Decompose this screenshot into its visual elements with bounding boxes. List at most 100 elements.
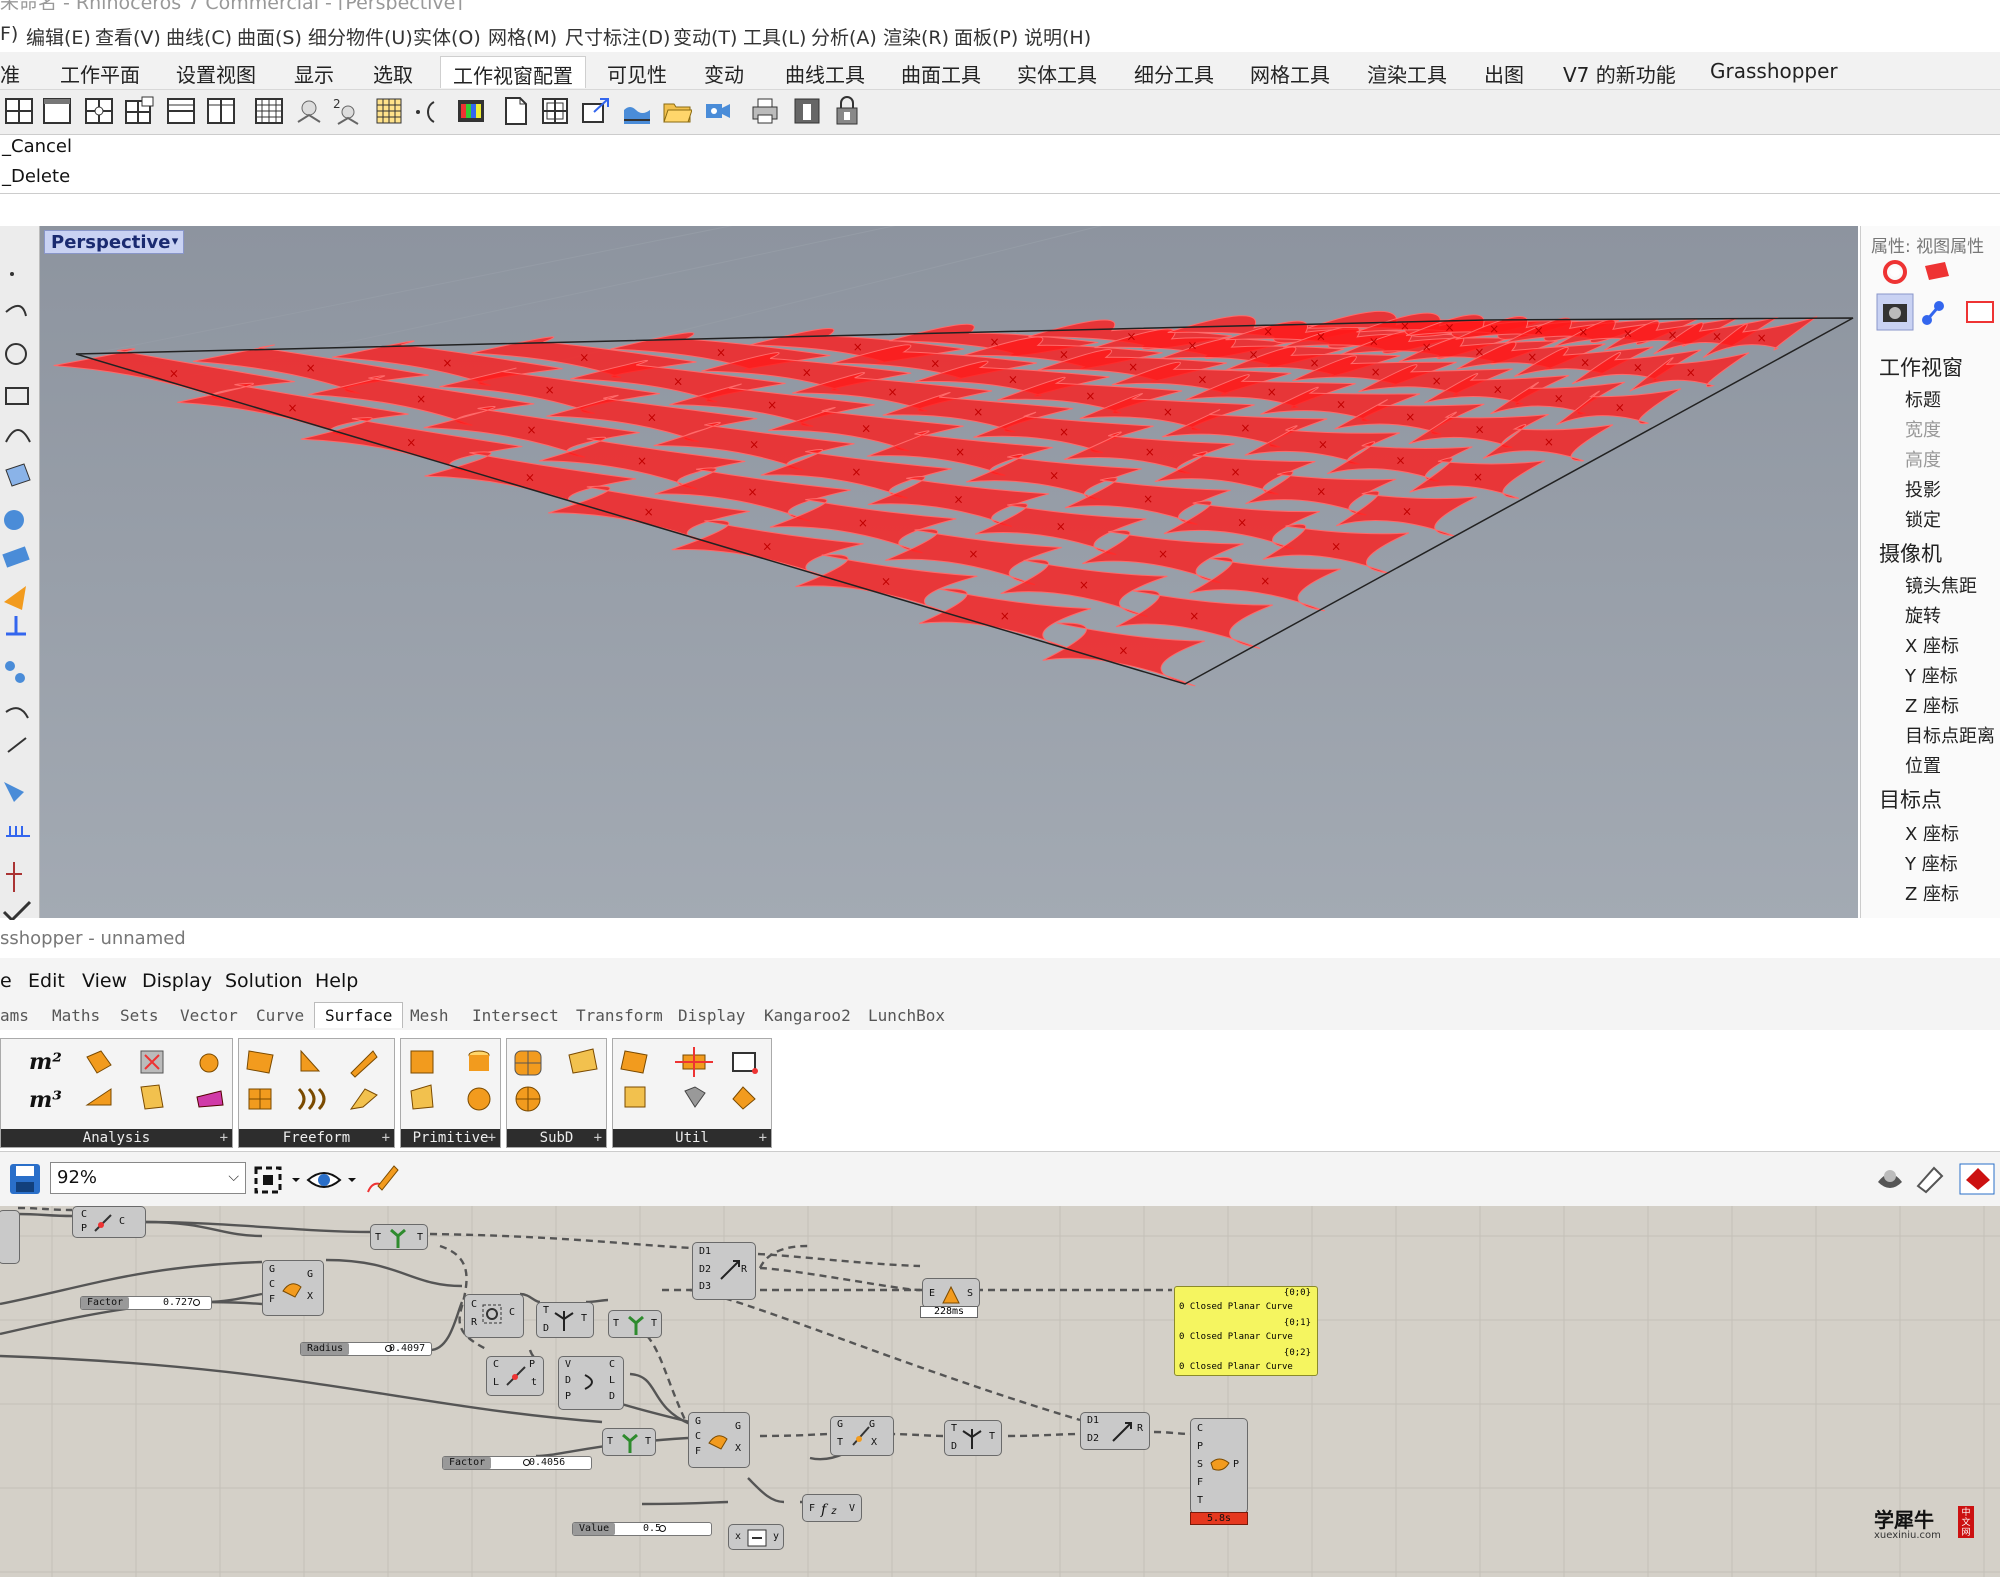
control-point-icon[interactable]: ×: [169, 366, 179, 380]
control-point-icon[interactable]: ×: [545, 383, 555, 397]
properties-icons[interactable]: [1875, 258, 1995, 338]
gh-tab-params[interactable]: ams: [0, 1006, 29, 1025]
control-point-icon[interactable]: ×: [1310, 356, 1320, 370]
control-point-icon[interactable]: ×: [1237, 516, 1247, 530]
menu-item-view[interactable]: 查看(V): [95, 23, 161, 50]
control-point-icon[interactable]: ×: [1059, 425, 1069, 439]
prop-camera-z[interactable]: Z 座标: [1905, 692, 1959, 718]
prop-camera-x[interactable]: X 座标: [1905, 632, 1959, 658]
menu-item-curve[interactable]: 曲线(C): [166, 23, 232, 50]
gh-curve-component[interactable]: CRC: [464, 1294, 524, 1338]
ribbon-label-freeform[interactable]: Freeform: [239, 1129, 394, 1147]
control-point-icon[interactable]: ×: [1085, 389, 1095, 403]
control-point-icon[interactable]: ×: [1432, 374, 1442, 388]
control-point-icon[interactable]: ×: [1240, 421, 1250, 435]
control-point-icon[interactable]: ×: [887, 385, 897, 399]
control-point-icon[interactable]: ×: [1474, 345, 1484, 359]
control-point-icon[interactable]: ×: [1000, 609, 1010, 623]
control-point-icon[interactable]: ×: [1444, 321, 1454, 335]
tab-new-in-v7[interactable]: V7 的新功能: [1563, 59, 1676, 88]
control-point-icon[interactable]: ×: [1578, 325, 1588, 339]
primitive-component-icons[interactable]: [401, 1043, 502, 1115]
grid-icon[interactable]: [254, 96, 284, 126]
viewport-grid-icon[interactable]: [374, 96, 404, 126]
control-point-icon[interactable]: ×: [1059, 347, 1069, 361]
gh-menu-solution[interactable]: Solution: [225, 970, 302, 992]
control-point-icon[interactable]: ×: [1056, 520, 1066, 534]
subd-component-icons[interactable]: [507, 1043, 608, 1115]
control-point-icon[interactable]: ×: [1187, 339, 1197, 353]
control-point-icon[interactable]: ×: [1145, 445, 1155, 459]
control-point-icon[interactable]: ×: [973, 405, 983, 419]
radius-slider[interactable]: Radius 0.4097: [300, 1342, 432, 1356]
prop-lens-length[interactable]: 镜头焦距: [1905, 572, 1977, 598]
gh-extrude-component[interactable]: ES: [922, 1278, 980, 1308]
control-point-icon[interactable]: ×: [1118, 644, 1128, 658]
prop-lock[interactable]: 锁定: [1905, 506, 1941, 532]
gh-tab-vector[interactable]: Vector: [180, 1006, 238, 1025]
control-point-icon[interactable]: ×: [1623, 326, 1633, 340]
gh-negative-component[interactable]: xy: [728, 1524, 784, 1550]
color-viewport-icon[interactable]: [456, 96, 486, 126]
control-point-icon[interactable]: ×: [1369, 335, 1379, 349]
control-point-icon[interactable]: ×: [1263, 324, 1273, 338]
gh-tab-maths[interactable]: Maths: [52, 1006, 100, 1025]
split-horizontal-icon[interactable]: [166, 96, 196, 126]
tab-visibility[interactable]: 可见性: [607, 59, 667, 88]
prop-target-x[interactable]: X 座标: [1905, 820, 1959, 846]
control-point-icon[interactable]: ×: [1049, 469, 1059, 483]
gh-shift-paths-2[interactable]: TDT: [944, 1420, 1002, 1456]
prop-target-distance[interactable]: 目标点距离: [1905, 722, 1995, 748]
menu-item[interactable]: F): [0, 23, 18, 45]
control-point-icon[interactable]: ×: [881, 574, 891, 588]
control-point-icon[interactable]: ×: [1318, 437, 1328, 451]
control-point-icon[interactable]: ×: [1493, 383, 1503, 397]
control-point-icon[interactable]: ×: [767, 398, 777, 412]
control-point-icon[interactable]: ×: [1336, 398, 1346, 412]
detail-view-icon[interactable]: [580, 96, 610, 126]
gh-tab-kangaroo2[interactable]: Kangaroo2: [764, 1006, 851, 1025]
save-icon[interactable]: [8, 1162, 42, 1196]
gh-expression-component[interactable]: FVfz: [802, 1494, 862, 1522]
prop-projection[interactable]: 投影: [1905, 476, 1941, 502]
menu-item-dimension[interactable]: 尺寸标注(D): [565, 23, 670, 50]
menu-item-help[interactable]: 说明(H): [1024, 23, 1091, 50]
control-point-icon[interactable]: ×: [1534, 324, 1544, 338]
menu-item-mesh[interactable]: 网格(M): [488, 23, 557, 50]
menu-item-panels[interactable]: 面板(P): [954, 23, 1018, 50]
gh-vector-component[interactable]: GTGX: [830, 1416, 894, 1456]
control-point-icon[interactable]: ×: [861, 421, 871, 435]
control-point-icon[interactable]: ×: [858, 516, 868, 530]
control-point-icon[interactable]: ×: [644, 505, 654, 519]
gh-menu-edit[interactable]: Edit: [28, 970, 65, 992]
ribbon-label-subd[interactable]: SubD: [507, 1129, 606, 1147]
control-point-icon[interactable]: ×: [802, 365, 812, 379]
control-point-icon[interactable]: ×: [1395, 454, 1405, 468]
gh-deconstruct-2[interactable]: D1 D2 R: [1080, 1412, 1150, 1450]
control-point-icon[interactable]: ×: [747, 485, 757, 499]
ribbon-label-analysis[interactable]: Analysis: [1, 1129, 232, 1147]
control-point-icon[interactable]: ×: [1580, 355, 1590, 369]
factor-slider-1[interactable]: Factor 0.727: [80, 1296, 212, 1310]
gh-graft-tree[interactable]: TT: [370, 1224, 428, 1250]
gh-graft-tree-2[interactable]: TT: [608, 1310, 662, 1338]
four-viewports-icon[interactable]: [4, 96, 34, 126]
menu-item-analyze[interactable]: 分析(A): [811, 23, 877, 50]
tab-set-view[interactable]: 设置视图: [176, 59, 256, 88]
control-point-icon[interactable]: ×: [1008, 373, 1018, 387]
gh-tab-display[interactable]: Display: [678, 1006, 745, 1025]
control-point-icon[interactable]: ×: [1615, 400, 1625, 414]
control-point-icon[interactable]: ×: [306, 361, 316, 375]
print-icon[interactable]: [750, 96, 780, 126]
ribbon-label-primitive[interactable]: Primitive: [401, 1129, 500, 1147]
prop-rotation[interactable]: 旋转: [1905, 602, 1941, 628]
control-point-icon[interactable]: ×: [1402, 505, 1412, 519]
page-layout-icon[interactable]: [500, 96, 530, 126]
tab-solid-tools[interactable]: 实体工具: [1017, 59, 1097, 88]
gh-tab-surface[interactable]: Surface: [314, 1002, 404, 1028]
control-point-icon[interactable]: ×: [1331, 539, 1341, 553]
tab-standard[interactable]: 准: [0, 59, 20, 88]
control-point-icon[interactable]: ×: [1489, 322, 1499, 336]
control-point-icon[interactable]: ×: [1633, 360, 1643, 374]
control-point-icon[interactable]: ×: [527, 423, 537, 437]
